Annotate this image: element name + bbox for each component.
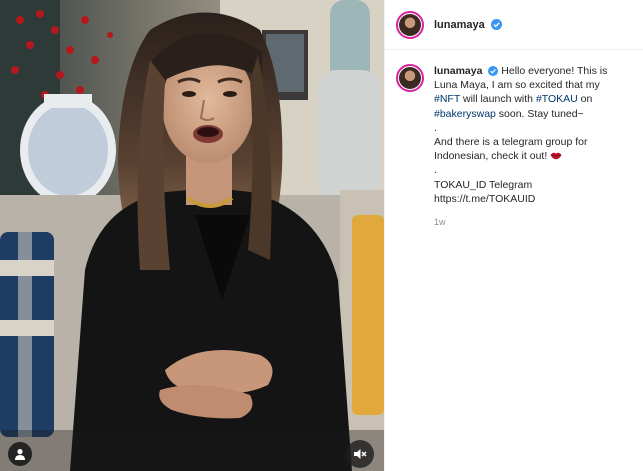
author-avatar[interactable] (396, 10, 424, 39)
kiss-lips-emoji-icon (550, 152, 562, 160)
caption-dot: . (434, 121, 437, 134)
speaker-muted-icon (354, 449, 367, 459)
caption-author-avatar[interactable] (396, 64, 424, 92)
telegram-url: https://t.me/TOKAUID (434, 192, 536, 205)
post-header: lunamaya (385, 0, 643, 50)
verified-badge-icon (490, 18, 502, 30)
caption-username[interactable]: lunamaya (434, 65, 482, 77)
hashtag-bakeryswap-link[interactable]: #bakeryswap (434, 108, 496, 120)
author-username-link[interactable]: lunamaya (434, 18, 502, 31)
caption-telegram-text: And there is a telegram group for Indone… (434, 136, 588, 163)
hashtag-tokau-link[interactable]: #TOKAU (536, 93, 578, 105)
caption-body: lunamaya Hello everyone! This is Luna Ma… (434, 64, 624, 229)
video-frame (0, 0, 384, 471)
hashtag-nft-link[interactable]: #NFT (434, 93, 460, 105)
verified-badge-icon (488, 66, 499, 76)
caption: lunamaya Hello everyone! This is Luna Ma… (385, 50, 643, 229)
author-username[interactable]: lunamaya (434, 19, 485, 31)
mute-button[interactable] (346, 440, 374, 468)
post-timestamp[interactable]: 1w (434, 215, 624, 229)
caption-text-part: on (577, 93, 593, 106)
caption-text-part: soon. Stay tuned~ (495, 107, 584, 120)
caption-dot: . (434, 164, 437, 177)
caption-text-part: will launch with (460, 93, 536, 106)
telegram-label: TOKAU_ID Telegram (434, 178, 533, 191)
user-tag-icon (15, 449, 25, 460)
post-video[interactable] (0, 0, 384, 471)
post-sidebar: lunamaya lunamaya Hello everyone! This i… (384, 0, 643, 471)
tagged-users-button[interactable] (8, 442, 32, 466)
